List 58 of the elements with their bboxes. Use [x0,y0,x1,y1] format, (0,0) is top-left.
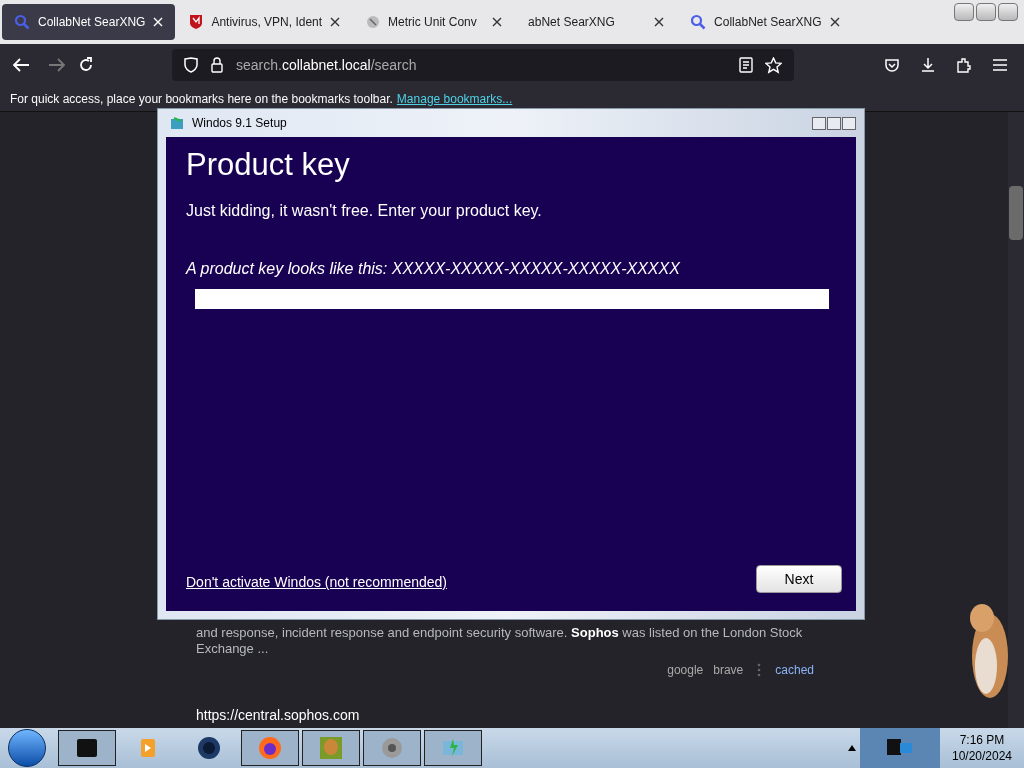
engine-label: google [667,662,704,679]
puzzle-icon[interactable] [956,57,972,73]
shield-icon [189,14,204,30]
tab-title: Metric Unit Conv [388,14,478,31]
browser-tab[interactable]: CollabNet SearXNG [2,4,176,40]
lock-icon [210,57,224,73]
start-button[interactable] [8,729,46,767]
result-url[interactable]: https://central.sophos.com [196,705,884,726]
maximize-icon[interactable] [827,116,841,130]
tab-title: CollabNet SearXNG [38,14,146,31]
forward-icon[interactable] [48,57,66,73]
clock-time: 7:16 PM [959,732,1005,748]
dialog-heading: Product key [186,147,351,183]
more-icon[interactable] [757,663,762,677]
back-icon[interactable] [12,57,30,73]
browser-tab[interactable]: Metric Unit Conv [354,4,515,40]
result-snippet: and response, incident response and endpoint security software. Sophos was listed on the London Stock Exchange ... [196,625,804,657]
setup-icon [170,116,184,130]
dialog-message: Just kidding, it wasn't free. Enter your product key. [186,201,543,221]
address-bar[interactable]: search.collabnet.local/search [172,49,794,81]
minimize-icon[interactable] [812,116,826,130]
tab-title: CollabNet SearXNG [714,14,822,31]
close-icon[interactable] [654,17,665,27]
manage-bookmarks-link[interactable]: Manage bookmarks... [396,89,513,108]
menu-icon[interactable] [992,58,1008,72]
bookmarks-hint: For quick access, place your bookmarks here on the bookmarks toolbar. [10,90,393,108]
star-icon[interactable] [765,56,782,74]
gear-icon [379,735,405,761]
tray-area[interactable] [860,728,940,768]
tab-title: abNet SearXNG [528,14,616,31]
search-icon [14,14,30,30]
window-title: Windos 9.1 Setup [192,115,288,132]
scrollbar[interactable] [1008,112,1024,728]
close-icon[interactable] [829,17,840,27]
tray-arrow-icon[interactable] [848,745,856,751]
restore-icon[interactable] [976,3,996,21]
close-icon[interactable] [330,17,341,27]
download-icon[interactable] [920,57,936,73]
browser-tab[interactable]: Antivirus, VPN, Ident [177,4,353,40]
format-hint: A product key looks like this: XXXXX-XXXXX-XXXXX-XXXXX-XXXXX [186,259,681,279]
browser-tab[interactable]: abNet SearXNG [516,4,677,40]
product-key-field[interactable] [195,289,829,309]
reload-icon[interactable] [78,57,94,73]
search-icon [690,14,707,30]
skip-activation-link[interactable]: Don't activate Windos (not recommended) [186,572,447,593]
cached-link[interactable]: cached [775,661,814,679]
engine-label: brave [713,662,744,679]
next-button[interactable]: Next [756,565,842,593]
close-icon[interactable] [842,116,856,130]
shield-icon [184,57,198,73]
tab-title: Antivirus, VPN, Ident [211,14,323,31]
reader-view-icon[interactable] [739,57,753,73]
close-icon[interactable] [492,17,503,27]
url-text: search.collabnet.local/search [236,55,418,75]
pocket-icon[interactable] [884,57,900,73]
browser-tab[interactable]: CollabNet SearXNG [678,4,852,40]
clock-date: 10/20/2024 [951,748,1013,764]
minimize-icon[interactable] [954,3,974,21]
